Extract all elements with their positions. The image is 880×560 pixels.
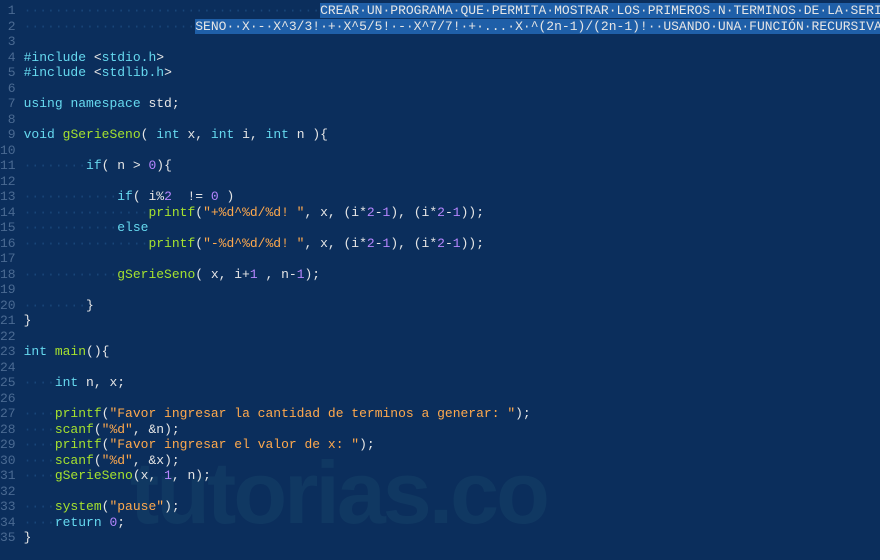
line-number: 13 [0,189,16,205]
line-number: 24 [0,360,16,376]
code-line[interactable] [24,484,880,500]
line-number: 16 [0,236,16,252]
code-line[interactable]: ····int n, x; [24,375,880,391]
code-line[interactable] [24,81,880,97]
line-number: 23 [0,344,16,360]
line-number: 26 [0,391,16,407]
line-number: 6 [0,81,16,97]
code-line[interactable]: int main(){ [24,344,880,360]
code-line[interactable]: ······················SENO··X·-·X^3/3!·+… [24,19,880,35]
code-line[interactable] [24,391,880,407]
line-number: 27 [0,406,16,422]
code-line[interactable]: ········if( n > 0){ [24,158,880,174]
line-number: 20 [0,298,16,314]
code-line[interactable]: void gSerieSeno( int x, int i, int n ){ [24,127,880,143]
line-number: 30 [0,453,16,469]
line-number: 25 [0,375,16,391]
code-line[interactable] [24,174,880,190]
code-line[interactable]: ····printf("Favor ingresar el valor de x… [24,437,880,453]
code-line[interactable]: using namespace std; [24,96,880,112]
line-number: 10 [0,143,16,159]
code-line[interactable]: ················printf("-%d^%d/%d! ", x,… [24,236,880,252]
line-number: 7 [0,96,16,112]
code-area[interactable]: ······································CR… [24,0,880,560]
line-number: 14 [0,205,16,221]
line-number: 21 [0,313,16,329]
line-number: 5 [0,65,16,81]
line-number: 35 [0,530,16,546]
code-line[interactable]: ······································CR… [24,3,880,19]
line-number: 18 [0,267,16,283]
code-line[interactable]: ····printf("Favor ingresar la cantidad d… [24,406,880,422]
code-line[interactable] [24,282,880,298]
selected-text: SENO··X·-·X^3/3!·+·X^5/5!·-·X^7/7!·+·...… [195,19,880,34]
line-number: 32 [0,484,16,500]
line-number-gutter: 1234567891011121314151617181920212223242… [0,0,24,560]
code-line[interactable] [24,34,880,50]
code-line[interactable]: ····gSerieSeno(x, 1, n); [24,468,880,484]
code-line[interactable] [24,143,880,159]
line-number: 17 [0,251,16,267]
line-number: 31 [0,468,16,484]
code-line[interactable] [24,112,880,128]
line-number: 34 [0,515,16,531]
line-number: 1 [0,3,16,19]
code-line[interactable]: ················printf("+%d^%d/%d! ", x,… [24,205,880,221]
code-line[interactable]: #include <stdlib.h> [24,65,880,81]
line-number: 29 [0,437,16,453]
line-number: 28 [0,422,16,438]
code-line[interactable]: ····scanf("%d", &x); [24,453,880,469]
code-line[interactable]: } [24,313,880,329]
line-number: 22 [0,329,16,345]
code-line[interactable]: ············if( i%2 != 0 ) [24,189,880,205]
code-line[interactable]: ············else [24,220,880,236]
code-line[interactable]: ····system("pause"); [24,499,880,515]
selected-text: CREAR·UN·PROGRAMA·QUE·PERMITA·MOSTRAR·LO… [320,3,880,18]
code-line[interactable]: ····return 0; [24,515,880,531]
line-number: 4 [0,50,16,66]
line-number: 12 [0,174,16,190]
line-number: 15 [0,220,16,236]
code-line[interactable] [24,329,880,345]
code-line[interactable]: #include <stdio.h> [24,50,880,66]
code-line[interactable]: ····scanf("%d", &n); [24,422,880,438]
line-number: 19 [0,282,16,298]
line-number: 33 [0,499,16,515]
line-number: 9 [0,127,16,143]
line-number: 8 [0,112,16,128]
line-number: 3 [0,34,16,50]
code-line[interactable] [24,360,880,376]
code-line[interactable] [24,251,880,267]
line-number: 11 [0,158,16,174]
code-line[interactable]: ············gSerieSeno( x, i+1 , n-1); [24,267,880,283]
code-line[interactable]: ········} [24,298,880,314]
code-editor[interactable]: 1234567891011121314151617181920212223242… [0,0,880,560]
line-number: 2 [0,19,16,35]
code-line[interactable]: } [24,530,880,546]
